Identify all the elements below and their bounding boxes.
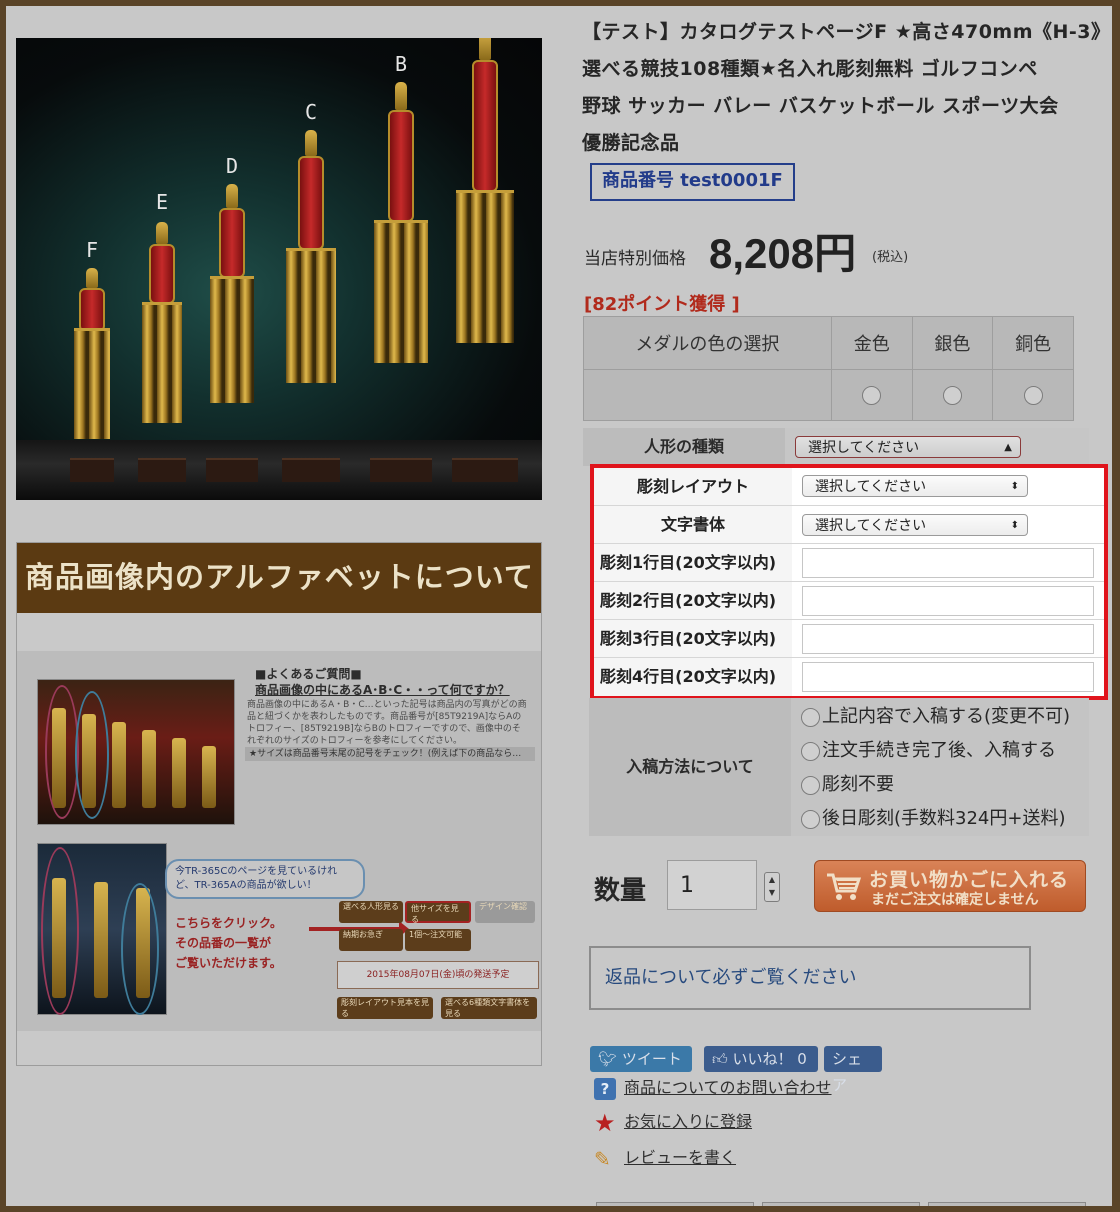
quantity-label: 数量 <box>594 876 647 906</box>
footer-tab[interactable] <box>596 1202 754 1206</box>
trophy-letter: E <box>155 190 169 214</box>
trophy-c: C <box>282 100 340 482</box>
card-title: 商品画像内のアルファベットについて <box>17 543 541 613</box>
select-arrow-icon: ⬍ <box>1010 481 1019 492</box>
radio-bronze[interactable] <box>1023 386 1043 405</box>
layout-label: 彫刻レイアウト <box>594 468 792 505</box>
line3-label: 彫刻3行目(20文字以内) <box>594 620 792 657</box>
mini-button: 納期お急ぎ <box>339 929 403 951</box>
medal-table-header: メダルの色の選択 <box>583 316 832 370</box>
font-select[interactable]: 選択してください ⬍ <box>802 514 1028 536</box>
product-title: 【テスト】カタログテストページF ★高さ470mm《H-3》 選べる競技108種… <box>582 21 1111 154</box>
footer-tab[interactable] <box>762 1202 920 1206</box>
trophy-letter: C <box>304 100 318 124</box>
return-policy-link[interactable]: 返品について必ずご覧ください <box>589 946 1031 1010</box>
medal-option-bronze: 銅色 <box>992 316 1074 370</box>
trophy-f: F <box>70 238 114 482</box>
engraving-options: 彫刻レイアウト 選択してください ⬍ 文字書体 選択してください ⬍ 彫刻1行目(2… <box>594 468 1104 696</box>
trophy-letter: F <box>85 238 99 262</box>
radio-silver[interactable] <box>942 386 962 405</box>
medal-color-table: メダルの色の選択 金色 銀色 銅色 <box>583 316 1074 421</box>
trophy-a: A <box>452 38 518 482</box>
select-arrow-icon: ▲ <box>1004 442 1012 453</box>
ship-date-box: 2015年08月07日(金)頃の発送予定 <box>337 961 539 989</box>
medal-option-silver: 銀色 <box>911 316 994 370</box>
mini-button: 他サイズを見る <box>405 901 471 924</box>
radio-icon[interactable] <box>801 775 820 795</box>
bird-icon: 🐦︎ <box>598 1050 622 1068</box>
quantity-stepper[interactable]: ▲ ▼ <box>764 872 780 902</box>
faq-question: 商品画像の中にあるA･B･C・・って何ですか？ <box>255 683 510 697</box>
quantity-input[interactable]: 1 <box>667 860 757 910</box>
option-row-font: 文字書体 選択してください ⬍ <box>594 506 1104 544</box>
radio-gold[interactable] <box>862 386 882 405</box>
option-row-line3: 彫刻3行目(20文字以内) <box>594 620 1104 658</box>
trophy-letter: B <box>394 52 408 76</box>
mini-button: 選べる人形見る <box>339 901 403 923</box>
cart-icon <box>827 873 861 900</box>
faq-text: 商品画像の中にあるA・B・C…といった記号は商品内の写真がどの商品と紐づくかを表… <box>247 700 527 746</box>
trophy-d: D <box>206 154 258 482</box>
submission-option[interactable]: 注文手続き完了後、入稿する <box>801 736 1056 762</box>
submission-option[interactable]: 後日彫刻(手数料324円+送料) <box>801 804 1065 830</box>
trophy-e: E <box>138 190 186 482</box>
line2-label: 彫刻2行目(20文字以内) <box>594 582 792 619</box>
page-frame: F E D C B 商品画像内のアルファベットについて ■よくあるご質問■ 商品… <box>6 6 1112 1206</box>
footer-tab[interactable] <box>928 1202 1086 1206</box>
alphabet-info-card[interactable]: 商品画像内のアルファベットについて ■よくあるご質問■ 商品画像の中にあるA･B… <box>16 542 542 1066</box>
submission-option[interactable]: 上記内容で入稿する(変更不可) <box>801 702 1070 728</box>
font-label: 文字書体 <box>594 506 792 543</box>
card-body: ■よくあるご質問■ 商品画像の中にあるA･B･C・・って何ですか？ 商品画像の中… <box>17 651 541 1031</box>
layout-select[interactable]: 選択してください ⬍ <box>802 475 1028 497</box>
radio-icon[interactable] <box>801 809 820 829</box>
review-link[interactable]: ✎ レビューを書く <box>594 1144 736 1170</box>
price: 8,208円 <box>709 230 857 277</box>
radio-icon[interactable] <box>801 707 820 727</box>
submission-method: 入稿方法について 上記内容で入稿する(変更不可) 注文手続き完了後、入稿する 彫… <box>589 698 1089 836</box>
figure-label: 人形の種類 <box>583 428 785 466</box>
line1-label: 彫刻1行目(20文字以内) <box>594 544 792 581</box>
faq-heading: ■よくあるご質問■ <box>255 667 362 681</box>
click-note: こちらをクリック。 その品番の一覧が ご覧いただけます。 <box>175 916 283 970</box>
like-button[interactable]: 👍︎ いいね！ 0 <box>704 1046 818 1072</box>
mini-button: 彫刻レイアウト見本を見る <box>337 997 433 1019</box>
star-icon: ★ <box>594 1108 616 1137</box>
faq-check: ★サイズは商品番号末尾の記号をチェック！(例えば下の商品なら… <box>245 747 535 761</box>
figure-select[interactable]: 選択してください ▲ <box>795 436 1021 458</box>
sku-badge: 商品番号 test0001F <box>590 163 795 201</box>
select-arrow-icon: ⬍ <box>1010 520 1019 531</box>
speech-bubble: 今TR-365Cのページを見ているけれど、TR-365Aの商品が欲しい！ <box>165 859 365 899</box>
question-icon: ? <box>594 1077 616 1100</box>
points-earned: [82ポイント獲得 ] <box>584 294 740 315</box>
option-row-line4: 彫刻4行目(20文字以内) <box>594 658 1104 696</box>
thumbs-up-icon: 👍︎ <box>712 1050 733 1068</box>
option-row-figure: 人形の種類 選択してください ▲ <box>583 428 1089 466</box>
product-main-image[interactable]: F E D C B <box>16 38 542 500</box>
mini-button: 選べる6種類文字書体を見る <box>441 997 537 1019</box>
price-label: 当店特別価格 <box>584 249 686 269</box>
tax-note: (税込) <box>872 250 909 265</box>
line4-label: 彫刻4行目(20文字以内) <box>594 658 792 696</box>
submission-label: 入稿方法について <box>589 698 791 836</box>
engraving-line4-input[interactable] <box>802 662 1094 692</box>
engraving-line3-input[interactable] <box>802 624 1094 654</box>
favorite-link[interactable]: ★ お気に入りに登録 <box>594 1108 752 1137</box>
option-row-line2: 彫刻2行目(20文字以内) <box>594 582 1104 620</box>
engraving-line1-input[interactable] <box>802 548 1094 578</box>
radio-icon[interactable] <box>801 741 820 761</box>
medal-option-gold: 金色 <box>830 316 913 370</box>
engraving-line2-input[interactable] <box>802 586 1094 616</box>
add-to-cart-button[interactable]: お買い物かごに入れる まだご注文は確定しません <box>814 860 1086 912</box>
mini-button: 1個〜注文可能 <box>405 929 471 951</box>
submission-option[interactable]: 彫刻不要 <box>801 770 894 796</box>
mini-button: デザイン確認 <box>475 901 535 923</box>
trophy-letter: D <box>225 154 239 178</box>
option-row-line1: 彫刻1行目(20文字以内) <box>594 544 1104 582</box>
share-button[interactable]: シェア <box>824 1046 882 1094</box>
tweet-button[interactable]: 🐦︎ ツイート <box>590 1046 692 1072</box>
trophy-b: B <box>370 52 432 482</box>
pencil-icon: ✎ <box>594 1146 611 1171</box>
inquiry-link[interactable]: ? 商品についてのお問い合わせ <box>594 1074 832 1100</box>
option-row-layout: 彫刻レイアウト 選択してください ⬍ <box>594 468 1104 506</box>
